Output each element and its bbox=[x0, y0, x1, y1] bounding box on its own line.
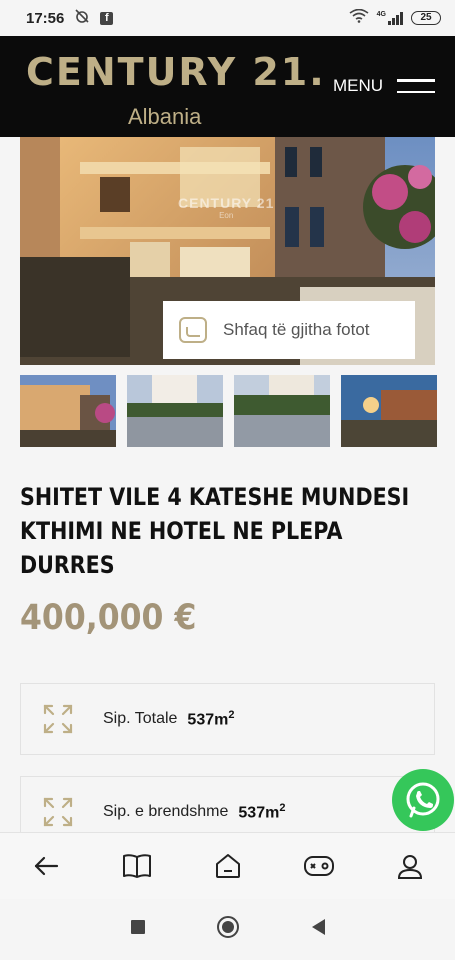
thumbnail-3[interactable] bbox=[234, 375, 330, 447]
facebook-icon: f bbox=[100, 11, 114, 25]
network-type: 4G bbox=[376, 11, 386, 18]
home-button-icon[interactable] bbox=[216, 915, 240, 944]
site-header: CENTURY 21. Albania MENU bbox=[0, 36, 455, 137]
book-icon[interactable] bbox=[119, 848, 155, 884]
expand-arrows-icon bbox=[43, 797, 73, 827]
signal-icon: 4G bbox=[377, 11, 403, 25]
main-photo[interactable]: CENTURY 21 Eon Shfaq të gjitha fotot bbox=[20, 137, 435, 365]
status-time: 17:56 bbox=[26, 9, 65, 27]
recents-icon[interactable] bbox=[130, 919, 146, 940]
gallery-icon bbox=[179, 317, 207, 343]
battery-indicator: 25 bbox=[411, 11, 441, 25]
feature-total-area: Sip. Totale 537m2 bbox=[20, 683, 435, 755]
status-bar: 17:56 f 4G 25 bbox=[0, 0, 455, 36]
menu-label: MENU bbox=[332, 76, 383, 95]
alarm-off-icon bbox=[74, 8, 90, 28]
whatsapp-button[interactable] bbox=[392, 769, 454, 831]
show-all-photos-button[interactable]: Shfaq të gjitha fotot bbox=[163, 301, 415, 359]
expand-arrows-icon bbox=[43, 704, 73, 734]
whatsapp-icon bbox=[406, 782, 440, 818]
system-navigation bbox=[0, 899, 455, 960]
feature-value: 537m2 bbox=[187, 708, 235, 729]
gamepad-icon[interactable] bbox=[301, 848, 337, 884]
listing-title: SHITET VILE 4 KATESHE MUNDESI KTHIMI NE … bbox=[20, 483, 410, 579]
menu-button[interactable]: MENU bbox=[333, 76, 435, 96]
feature-label: Sip. e brendshme bbox=[103, 803, 229, 820]
thumbnail-2[interactable] bbox=[127, 375, 223, 447]
hamburger-icon bbox=[397, 79, 435, 93]
home-icon[interactable] bbox=[210, 848, 246, 884]
feature-label: Sip. Totale bbox=[103, 710, 178, 727]
listing-price: 400,000 € bbox=[20, 598, 197, 638]
bottom-navigation bbox=[0, 832, 455, 899]
thumbnail-strip bbox=[20, 375, 455, 447]
wifi-icon bbox=[349, 8, 369, 27]
thumbnail-1[interactable] bbox=[20, 375, 116, 447]
profile-icon[interactable] bbox=[392, 848, 428, 884]
back-icon[interactable] bbox=[28, 848, 64, 884]
brand-subtitle: Albania bbox=[128, 104, 202, 129]
brand-logo[interactable]: CENTURY 21. bbox=[26, 50, 326, 94]
show-all-photos-label: Shfaq të gjitha fotot bbox=[223, 320, 370, 339]
photo-watermark: CENTURY 21 Eon bbox=[178, 195, 275, 220]
feature-value: 537m2 bbox=[238, 801, 286, 822]
system-back-icon[interactable] bbox=[310, 918, 326, 941]
thumbnail-4[interactable] bbox=[341, 375, 437, 447]
